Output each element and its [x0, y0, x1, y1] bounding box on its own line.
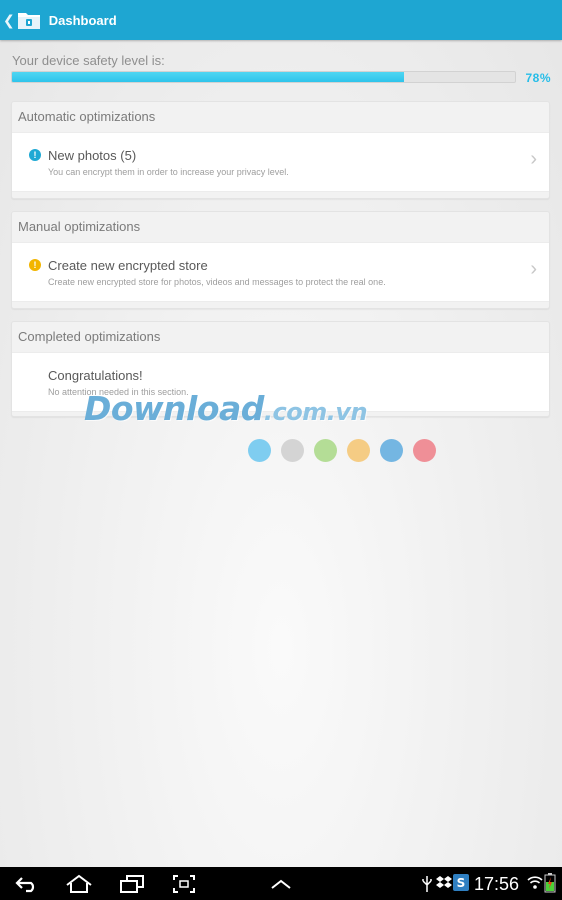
dropbox-icon — [436, 876, 452, 888]
screenshot-icon — [173, 874, 195, 893]
watermark-dots — [248, 439, 436, 462]
home-button[interactable] — [63, 867, 95, 900]
watermark-dot — [248, 439, 271, 462]
watermark-main: Download — [84, 389, 264, 428]
recent-apps-icon — [120, 874, 144, 893]
chevron-left-icon: ❮ — [3, 12, 15, 28]
watermark-dot — [281, 439, 304, 462]
watermark-text: Download.com.vn — [84, 389, 368, 428]
status-time: 17:56 — [474, 874, 520, 894]
section-header: Manual optimizations — [18, 219, 141, 234]
item-title: Congratulations! — [48, 368, 143, 383]
section-header: Automatic optimizations — [18, 109, 156, 124]
item-subtitle: You can encrypt them in order to increas… — [48, 167, 289, 177]
wifi-icon — [527, 876, 543, 889]
item-title: Create new encrypted store — [48, 258, 208, 273]
watermark-dot — [347, 439, 370, 462]
recent-apps-button[interactable] — [117, 867, 147, 900]
back-button[interactable] — [12, 867, 42, 900]
watermark-dot — [314, 439, 337, 462]
item-subtitle: Create new encrypted store for photos, v… — [48, 277, 386, 287]
watermark-dot — [380, 439, 403, 462]
chevron-up-icon — [271, 879, 291, 889]
card-footer — [12, 192, 549, 198]
back-icon — [15, 876, 35, 892]
item-title: New photos (5) — [48, 148, 137, 163]
manual-optimizations-card: Manual optimizations ! Create new encryp… — [11, 211, 550, 309]
usb-icon — [422, 876, 432, 892]
battery-icon — [544, 873, 556, 893]
home-icon — [66, 874, 92, 893]
chevron-right-icon: › — [530, 258, 537, 280]
svg-text:S: S — [457, 876, 466, 890]
safety-progress-bar — [11, 71, 516, 83]
watermark: Download.com.vn — [84, 389, 444, 469]
expand-button[interactable] — [268, 867, 294, 900]
create-encrypted-store-item[interactable]: ! Create new encrypted store Create new … — [12, 242, 549, 302]
card-footer — [12, 302, 549, 308]
screenshot-button[interactable] — [170, 867, 198, 900]
safety-percent: 78% — [525, 71, 551, 85]
section-header: Completed optimizations — [18, 329, 161, 344]
safety-progress-fill — [12, 72, 405, 82]
warning-icon: ! — [29, 259, 41, 271]
new-photos-item[interactable]: ! New photos (5) You can encrypt them in… — [12, 132, 549, 192]
automatic-optimizations-card: Automatic optimizations ! New photos (5)… — [11, 101, 550, 199]
chevron-right-icon: › — [530, 148, 537, 170]
action-bar: ❮ Dashboard — [0, 0, 562, 40]
watermark-dot — [413, 439, 436, 462]
system-navigation-bar: S 17:56 — [0, 867, 562, 900]
page-title: Dashboard — [48, 12, 117, 28]
watermark-suffix: .com.vn — [263, 398, 368, 426]
folder-lock-icon — [17, 13, 40, 29]
safety-level-label: Your device safety level is: — [12, 53, 165, 68]
info-icon: ! — [29, 149, 41, 161]
shield-app-icon: S — [453, 874, 469, 891]
up-navigation[interactable]: ❮ — [0, 0, 41, 40]
